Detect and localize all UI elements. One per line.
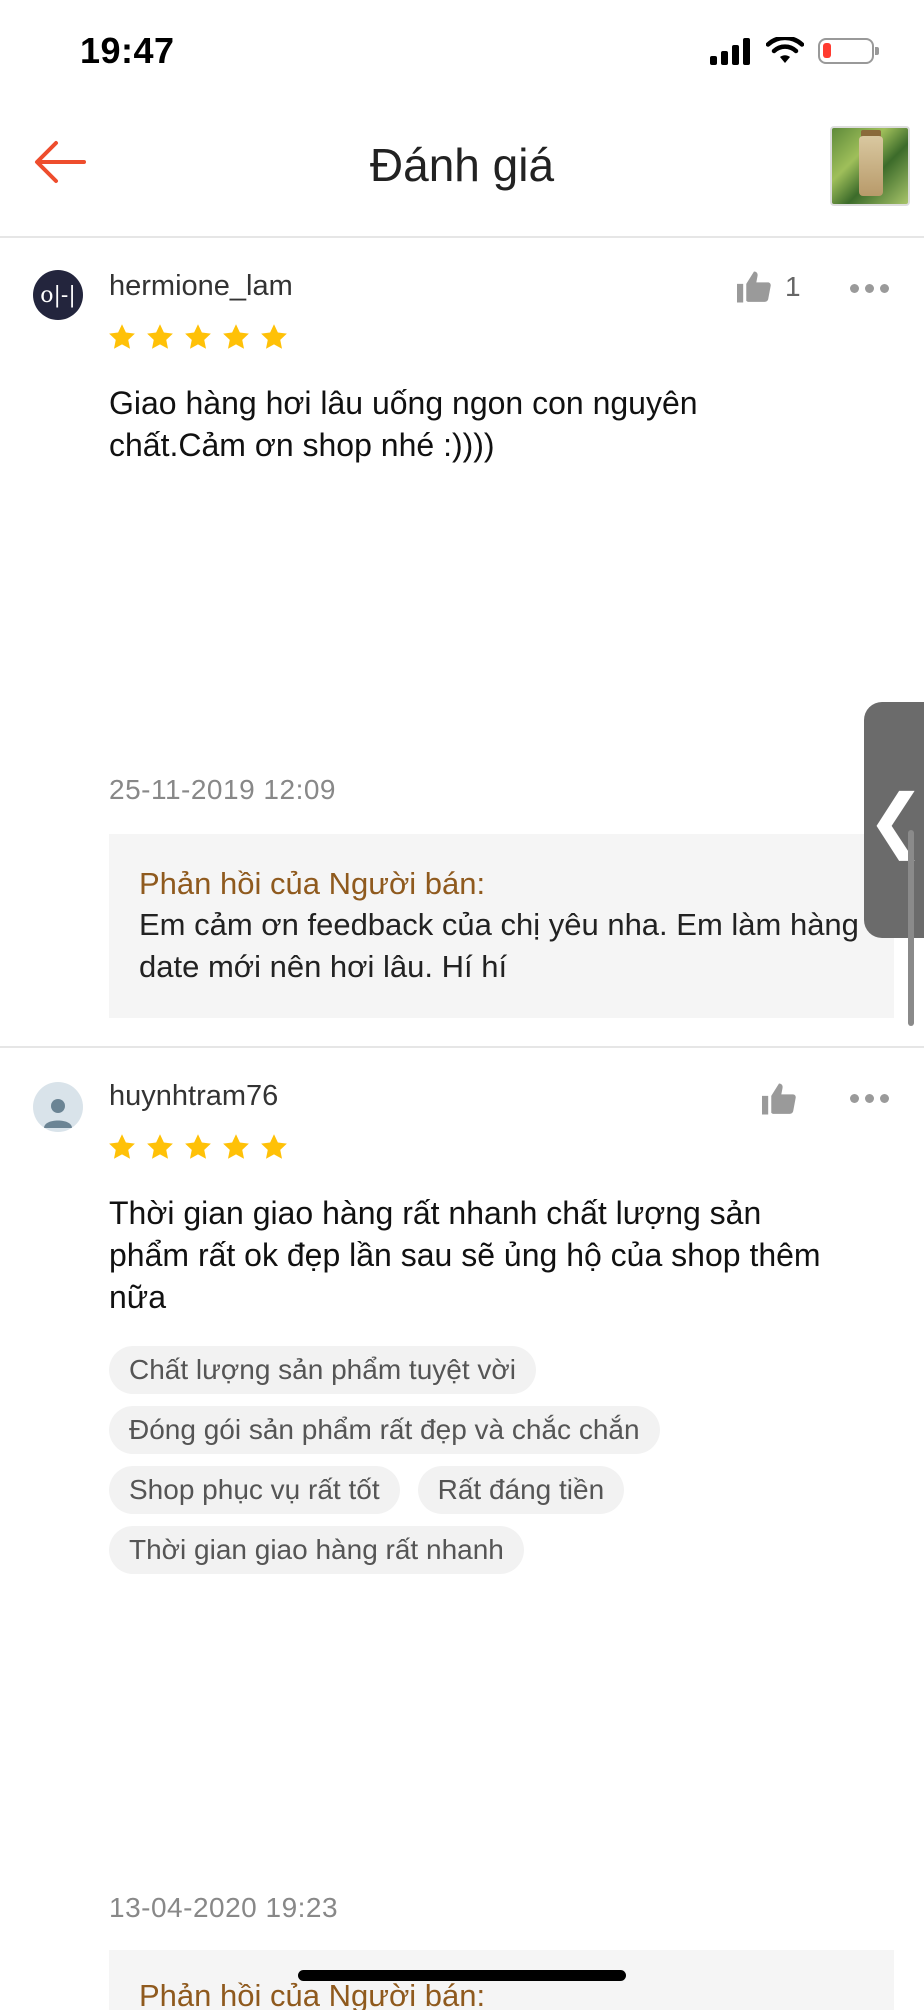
dot-icon [865, 284, 874, 293]
review-tags: Chất lượng sản phẩm tuyệt vời Đóng gói s… [109, 1346, 869, 1574]
cellular-signal-icon [710, 37, 752, 65]
seller-reply-text: Em cảm ơn feedback của chị yêu nha. Em l… [139, 907, 859, 984]
star-icon [147, 1134, 173, 1159]
seller-reply-title: Phản hồi của Người bán: [139, 866, 486, 901]
star-icon [185, 324, 211, 349]
scrollbar[interactable] [908, 830, 914, 1026]
star-icon [223, 1134, 249, 1159]
review-tag: Đóng gói sản phẩm rất đẹp và chắc chắn [109, 1406, 660, 1454]
star-icon [223, 324, 249, 349]
status-icons [710, 34, 879, 68]
star-icon [109, 1134, 135, 1159]
user-icon [44, 1099, 72, 1128]
star-icon [147, 324, 173, 349]
rating-stars [107, 1132, 289, 1162]
rating-stars [107, 322, 289, 352]
dot-icon [850, 1094, 859, 1103]
product-thumbnail[interactable] [830, 126, 910, 206]
like-count: 1 [785, 271, 801, 302]
review-text: Giao hàng hơi lâu uống ngon con nguyên c… [109, 385, 698, 463]
more-options-button[interactable] [850, 1094, 889, 1103]
like-button[interactable] [760, 1082, 810, 1116]
seller-reply: Phản hồi của Người bán: Em cảm ơn feedba… [109, 834, 894, 1018]
review-date: 25-11-2019 12:09 [109, 774, 336, 805]
like-button[interactable]: 1 [735, 270, 801, 304]
dot-icon [865, 1094, 874, 1103]
star-icon [261, 324, 287, 349]
username: hermione_lam [109, 270, 293, 302]
thumbs-up-icon [737, 271, 771, 303]
divider [0, 1046, 924, 1048]
review-text: Thời gian giao hàng rất nhanh chất lượng… [109, 1195, 821, 1315]
thumbs-up-icon [762, 1083, 796, 1115]
review-tag: Shop phục vụ rất tốt [109, 1466, 400, 1514]
chevron-left-icon: ❮ [866, 779, 924, 861]
status-time: 19:47 [80, 30, 175, 71]
dot-icon [880, 1094, 889, 1103]
avatar[interactable]: o|-| [33, 270, 83, 320]
page-title: Đánh giá [369, 139, 555, 191]
review-tag: Chất lượng sản phẩm tuyệt vời [109, 1346, 536, 1394]
dot-icon [880, 284, 889, 293]
side-panel-toggle[interactable]: ❮ [864, 702, 924, 938]
star-icon [261, 1134, 287, 1159]
more-options-button[interactable] [850, 284, 889, 293]
seller-reply-title: Phản hồi của Người bán: [139, 1978, 486, 2010]
star-icon [109, 324, 135, 349]
review-date: 13-04-2020 19:23 [109, 1892, 339, 1923]
home-indicator[interactable] [298, 1970, 626, 1981]
header: Đánh giá [0, 100, 924, 238]
review-tag: Thời gian giao hàng rất nhanh [109, 1526, 524, 1574]
battery-icon [818, 38, 879, 64]
dot-icon [850, 284, 859, 293]
avatar[interactable] [33, 1082, 83, 1132]
avatar-text: o|-| [40, 282, 76, 308]
username: huynhtram76 [109, 1080, 279, 1112]
wifi-icon [766, 37, 804, 63]
status-bar: 19:47 [0, 0, 924, 100]
review-tag: Rất đáng tiền [417, 1466, 625, 1514]
star-icon [185, 1134, 211, 1159]
